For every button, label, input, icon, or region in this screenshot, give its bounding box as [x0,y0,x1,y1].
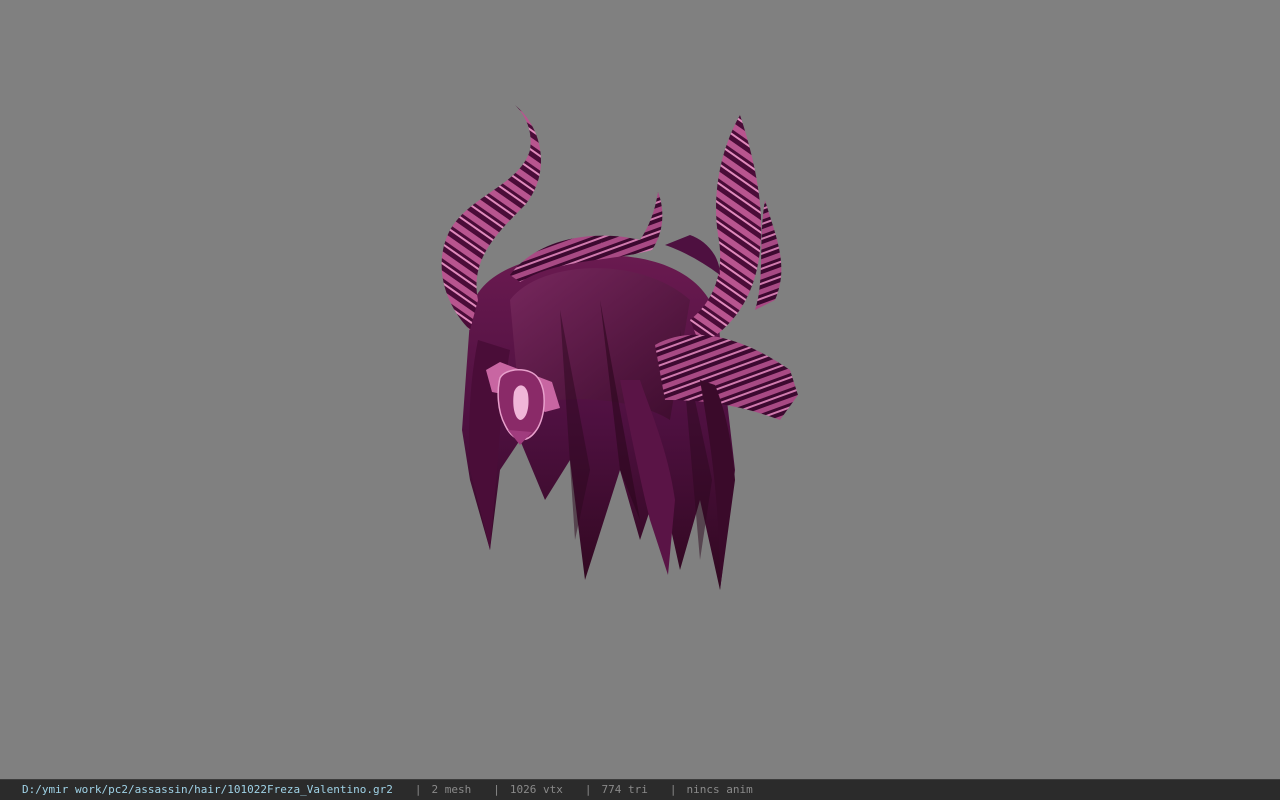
status-separator: | [669,783,677,796]
status-bar: D:/ymir work/pc2/assassin/hair/101022Fre… [0,779,1280,800]
horn-right-upper [690,115,762,345]
model-file-path: D:/ymir work/pc2/assassin/hair/101022Fre… [22,783,393,796]
status-separator: | [493,783,500,796]
3d-viewport[interactable] [0,0,1280,779]
status-separator: | [414,783,422,796]
animation-status: nincs anim [686,783,753,796]
mesh-count: 2 mesh [431,783,472,796]
status-separator: | [584,783,592,796]
vertex-count: 1026 vtx [509,783,563,796]
hair-model-render[interactable] [0,0,1280,779]
triangle-count: 774 tri [601,783,648,796]
